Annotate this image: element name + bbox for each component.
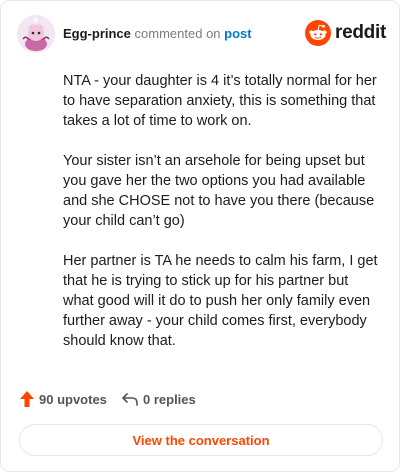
- user-avatar[interactable]: [17, 15, 55, 53]
- byline: Egg-prince commented on post: [63, 26, 252, 42]
- reddit-wordmark: reddit: [335, 22, 386, 43]
- comment-paragraph: NTA - your daughter is 4 it’s totally no…: [63, 73, 377, 129]
- author-name[interactable]: Egg-prince: [63, 26, 131, 41]
- comment-paragraph: Her partner is TA he needs to calm his f…: [63, 253, 378, 349]
- arrow-up-icon: [20, 391, 34, 407]
- upvote-count: 90 upvotes: [39, 391, 107, 407]
- comment-body: NTA - your daughter is 4 it’s totally no…: [63, 71, 381, 371]
- upvote-button[interactable]: 90 upvotes: [19, 388, 107, 410]
- post-link[interactable]: post: [224, 26, 251, 41]
- reply-count: 0 replies: [143, 391, 196, 407]
- view-conversation-button[interactable]: View the conversation: [19, 424, 383, 456]
- avatar-icon: [17, 15, 55, 53]
- reply-arrow-icon: [122, 393, 138, 406]
- comment-header: Egg-prince commented on post reddit: [17, 15, 386, 55]
- reddit-brand[interactable]: reddit: [305, 19, 386, 47]
- comment-paragraph: Your sister isn’t an arsehole for being …: [63, 153, 375, 229]
- byline-action: commented on: [134, 26, 221, 41]
- comment-actions: 90 upvotes 0 replies: [19, 388, 381, 410]
- comment-card: Egg-prince commented on post reddit NTA …: [0, 0, 400, 472]
- reddit-logo-icon: [305, 20, 331, 46]
- reply-button[interactable]: 0 replies: [121, 388, 196, 410]
